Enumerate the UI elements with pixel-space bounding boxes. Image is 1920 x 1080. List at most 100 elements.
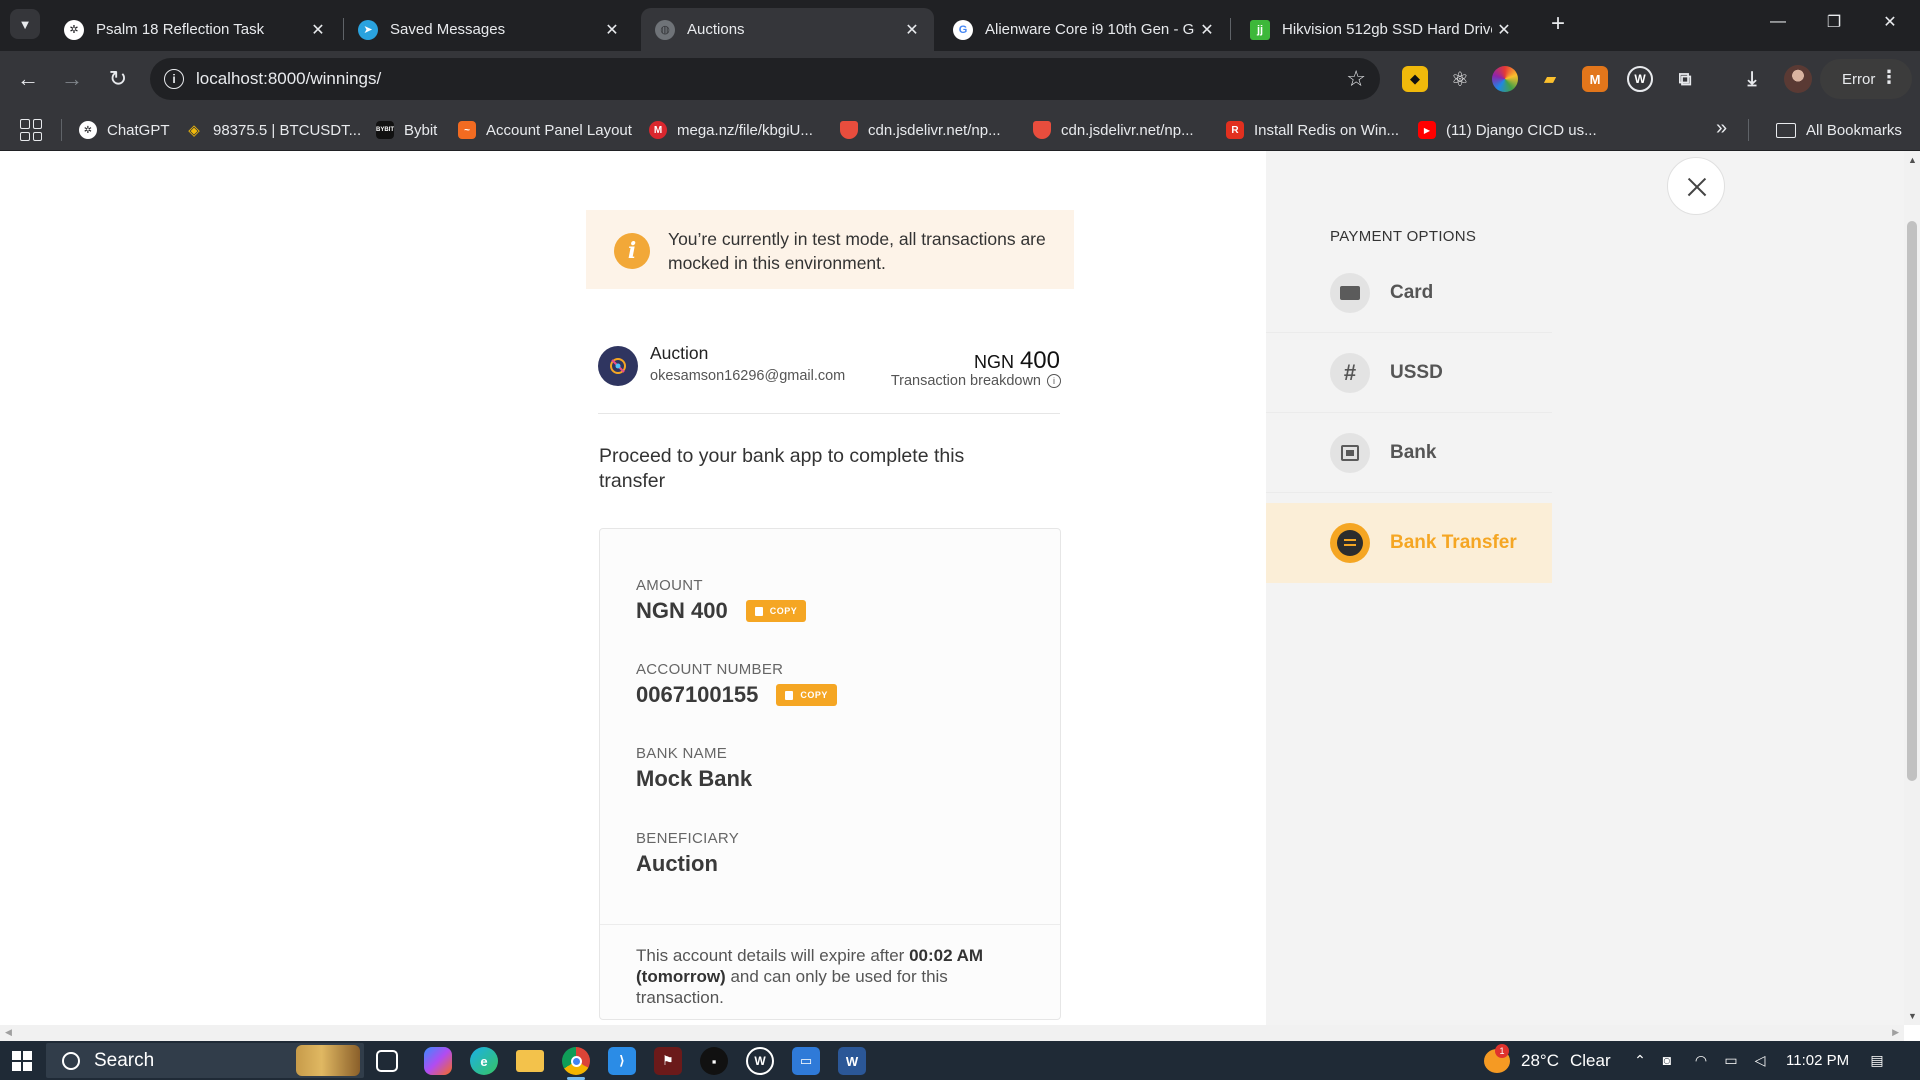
restore-button[interactable]: ❐ [1806, 0, 1862, 44]
download-icon[interactable]: ⤓ [1739, 66, 1765, 92]
app-icon[interactable]: ▪ [700, 1047, 728, 1075]
payment-option-bank[interactable]: Bank [1266, 413, 1552, 493]
profile-avatar[interactable] [1784, 65, 1812, 93]
bookmark-star-icon[interactable]: ☆ [1346, 66, 1366, 92]
tab-auctions[interactable]: ◍ Auctions ✕ [641, 8, 934, 51]
edge-icon[interactable]: e [470, 1047, 498, 1075]
tab-alienware[interactable]: G Alienware Core i9 10th Gen - Go ✕ [939, 8, 1229, 51]
bookmark-label: Bybit [404, 121, 438, 139]
bookmark-redis[interactable]: R Install Redis on Win... [1226, 117, 1399, 143]
card-icon [1330, 272, 1370, 313]
bookmark-jsdelivr-2[interactable]: cdn.jsdelivr.net/np... [1033, 117, 1194, 143]
bookmark-jsdelivr-1[interactable]: cdn.jsdelivr.net/np... [840, 117, 1001, 143]
wordpress-icon[interactable]: W [746, 1047, 774, 1075]
bookmark-account-panel[interactable]: ~ Account Panel Layout [458, 117, 632, 143]
taskbar-search[interactable]: Search [46, 1043, 364, 1078]
binance-wallet-extension-icon[interactable]: ◆ [1402, 66, 1428, 92]
forward-button[interactable]: → [56, 63, 88, 95]
tab-title: Alienware Core i9 10th Gen - Go [985, 21, 1195, 38]
vertical-scrollbar[interactable]: ▲ ▼ [1904, 151, 1920, 1025]
tab-psalm[interactable]: ✲ Psalm 18 Reflection Task ✕ [50, 8, 340, 51]
camera-icon[interactable]: ◙ [1658, 1052, 1676, 1068]
bookmarks-bar: ✲ ChatGPT ◈ 98375.5 | BTCUSDT... BYBIT B… [0, 107, 1920, 151]
horizontal-scrollbar[interactable]: ◀ ▶ [0, 1025, 1904, 1041]
url-text[interactable]: localhost:8000/winnings/ [196, 69, 381, 89]
copilot-icon[interactable] [424, 1047, 452, 1075]
game-app-icon[interactable]: ⚑ [654, 1047, 682, 1075]
back-button[interactable]: ← [12, 63, 44, 95]
close-icon: ✕ [1883, 14, 1897, 31]
payment-option-card[interactable]: Card [1266, 253, 1552, 333]
volume-icon[interactable]: ◁ [1751, 1052, 1769, 1068]
info-circle-icon: i [1047, 374, 1061, 388]
site-info-icon[interactable]: i [164, 69, 184, 89]
bookmark-bybit[interactable]: BYBIT Bybit [376, 117, 437, 143]
profile-error-button[interactable]: Error ⋮ [1820, 59, 1912, 99]
beneficiary-label: BENEFICIARY [636, 830, 740, 847]
wordpress-icon[interactable]: W [1627, 66, 1653, 92]
close-icon[interactable]: ✕ [306, 18, 330, 42]
kebab-menu-icon[interactable]: ⋮ [1880, 67, 1898, 88]
minimize-button[interactable]: — [1750, 0, 1806, 44]
windows-start-icon[interactable] [12, 1051, 32, 1071]
bookmark-youtube[interactable]: ▶ (11) Django CICD us... [1418, 117, 1597, 143]
all-bookmarks-button[interactable]: All Bookmarks [1776, 117, 1902, 143]
extension-icon[interactable]: ▰ [1537, 66, 1563, 92]
reload-button[interactable]: ↻ [102, 63, 134, 95]
weather-condition[interactable]: Clear [1570, 1041, 1611, 1080]
address-bar[interactable]: i localhost:8000/winnings/ ☆ [150, 58, 1380, 100]
battery-icon[interactable]: ▭ [1722, 1052, 1740, 1068]
vscode-icon[interactable]: ⟩ [608, 1047, 636, 1075]
tab-hikvision[interactable]: jj Hikvision 512gb SSD Hard Drive ✕ [1236, 8, 1526, 51]
search-highlight-image [296, 1045, 360, 1076]
notifications-icon[interactable]: ▤ [1868, 1052, 1886, 1068]
weather-temp[interactable]: 28°C [1521, 1041, 1559, 1080]
close-checkout-button[interactable] [1667, 157, 1725, 215]
bookmark-label: 98375.5 | BTCUSDT... [213, 121, 362, 139]
bookmark-label: cdn.jsdelivr.net/np... [868, 121, 1001, 139]
wifi-icon[interactable]: ◠ [1692, 1052, 1710, 1068]
apps-grid-icon[interactable] [20, 119, 42, 141]
react-devtools-icon[interactable]: ⚛ [1447, 66, 1473, 92]
clock[interactable]: 11:02 PM [1786, 1041, 1849, 1080]
jsdelivr-icon [1033, 121, 1051, 139]
new-tab-button[interactable]: + [1544, 10, 1572, 38]
more-bookmarks-icon[interactable]: » [1716, 117, 1727, 140]
close-window-button[interactable]: ✕ [1862, 0, 1918, 44]
close-icon[interactable]: ✕ [1195, 18, 1219, 42]
scroll-up-icon[interactable]: ▲ [1908, 155, 1917, 165]
copy-label: COPY [800, 690, 828, 700]
scrollbar-thumb[interactable] [1907, 221, 1917, 781]
payment-option-ussd[interactable]: # USSD [1266, 333, 1552, 413]
jiji-icon: jj [1250, 19, 1270, 40]
payment-option-bank-transfer[interactable]: Bank Transfer [1266, 503, 1552, 583]
scroll-left-icon[interactable]: ◀ [5, 1027, 12, 1038]
merchant-name: Auction [650, 343, 709, 363]
copy-account-number-button[interactable]: COPY [776, 684, 837, 706]
word-icon[interactable]: W [838, 1047, 866, 1075]
bookmark-mega[interactable]: M mega.nz/file/kbgiU... [649, 117, 813, 143]
bookmark-btcusdt[interactable]: ◈ 98375.5 | BTCUSDT... [185, 117, 361, 143]
copy-amount-button[interactable]: COPY [745, 600, 807, 622]
metamask-icon[interactable]: M [1582, 66, 1608, 92]
task-view-icon[interactable] [376, 1050, 398, 1072]
tab-strip: ▼ ✲ Psalm 18 Reflection Task ✕ ➤ Saved M… [0, 0, 1920, 51]
close-icon[interactable]: ✕ [900, 18, 924, 42]
bookmark-chatgpt[interactable]: ✲ ChatGPT [79, 117, 170, 143]
puzzle-extensions-icon[interactable]: ⧉ [1672, 66, 1698, 92]
youtube-icon: ▶ [1418, 121, 1436, 139]
transaction-breakdown-link[interactable]: Transaction breakdown i [891, 373, 1061, 389]
close-icon[interactable]: ✕ [1492, 18, 1516, 42]
tab-search-button[interactable]: ▼ [10, 9, 40, 39]
redis-icon: R [1226, 121, 1244, 139]
chrome-icon[interactable] [562, 1047, 590, 1075]
scroll-right-icon[interactable]: ▶ [1892, 1027, 1899, 1038]
monitor-app-icon[interactable]: ▭ [792, 1047, 820, 1075]
tab-saved-messages[interactable]: ➤ Saved Messages ✕ [344, 8, 634, 51]
close-icon[interactable]: ✕ [600, 18, 624, 42]
scroll-down-icon[interactable]: ▼ [1908, 1011, 1917, 1021]
chevron-up-icon[interactable]: ⌃ [1631, 1052, 1649, 1068]
file-explorer-icon[interactable] [516, 1050, 544, 1072]
color-picker-extension-icon[interactable] [1492, 66, 1518, 92]
bookmark-label: cdn.jsdelivr.net/np... [1061, 121, 1194, 139]
